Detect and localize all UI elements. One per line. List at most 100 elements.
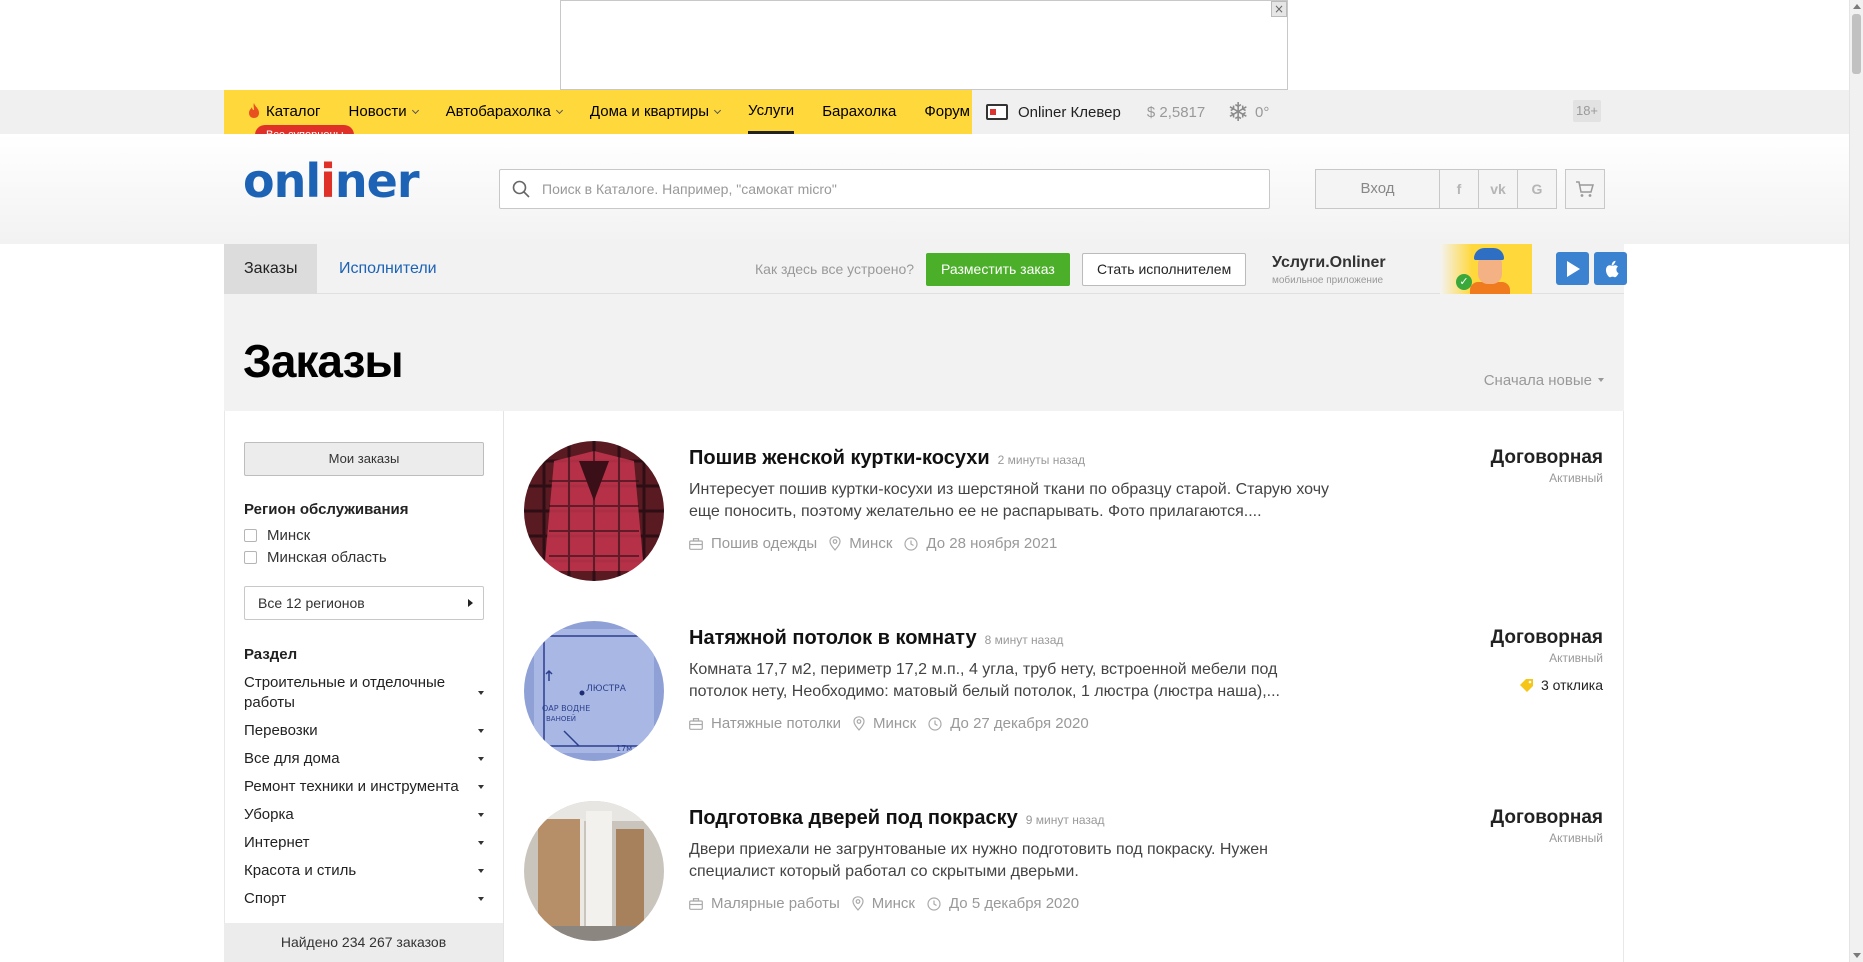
section-item[interactable]: Ремонт техники и инструмента [244, 777, 484, 797]
app-promo: Услуги.Onliner мобильное приложение ✓ [1272, 244, 1627, 294]
app-title: Услуги.Onliner [1272, 254, 1386, 271]
ad-close-icon[interactable]: × [1271, 1, 1287, 17]
all-regions-select[interactable]: Все 12 регионов [244, 586, 484, 620]
section-item[interactable]: Строительные и отделочные работы [244, 673, 484, 713]
section-item[interactable]: Интернет [244, 833, 484, 853]
cart-icon [1576, 181, 1594, 197]
order-status: Активный [1549, 471, 1603, 485]
nav-item-autobaraholka[interactable]: Автобарахолка [446, 90, 563, 134]
order-description: Двери приехали не загрунтованые их нужно… [689, 841, 1269, 880]
ad-banner[interactable]: × [560, 0, 1288, 90]
nav-item-forum[interactable]: Форум [924, 90, 970, 134]
svg-text:ЛЮСТРА: ЛЮСТРА [586, 684, 627, 694]
responses-text: 3 отклика [1540, 677, 1603, 693]
section-label: Спорт [244, 890, 287, 907]
tab-orders[interactable]: Заказы [224, 244, 318, 294]
nav-label: Каталог [266, 103, 321, 120]
scroll-down-icon[interactable] [1853, 953, 1861, 958]
order-item[interactable]: Пошив женской куртки-косухи 2 минуты наза… [505, 411, 1623, 591]
nav-item-realty[interactable]: Дома и квартиры [590, 90, 722, 134]
ad-area: × [0, 0, 1849, 90]
nav-item-services[interactable]: Услуги [748, 90, 795, 134]
onliner-logo[interactable]: onliner [243, 154, 420, 208]
section-item[interactable]: Все для дома [244, 749, 484, 769]
title-area: Заказы Сначала новые [224, 294, 1624, 411]
section-heading: Раздел [244, 646, 298, 663]
city-text: Минск [849, 535, 893, 552]
section-label: Ремонт техники и инструмента [244, 778, 459, 795]
page-title: Заказы [243, 335, 404, 387]
my-orders-button[interactable]: Мои заказы [244, 442, 484, 476]
sort-dropdown[interactable]: Сначала новые [1484, 372, 1604, 389]
become-performer-button[interactable]: Стать исполнителем [1082, 253, 1247, 286]
order-category: Малярные работы [689, 895, 840, 912]
section-label: Строительные и отделочные работы [244, 674, 446, 711]
app-store-button[interactable] [1594, 252, 1627, 285]
clock-icon [904, 536, 919, 551]
facebook-login-icon[interactable]: f [1440, 169, 1479, 209]
location-pin-icon [829, 536, 841, 551]
search-input[interactable] [542, 181, 1242, 197]
order-meta: Натяжные потолки Минск До 27 декабря 202… [689, 715, 1101, 732]
order-thumbnail[interactable] [524, 441, 664, 581]
briefcase-icon [689, 537, 703, 550]
region-checkbox-minsk[interactable]: Минск [244, 527, 310, 544]
klever-link[interactable]: Onliner Клевер [986, 104, 1121, 121]
region-checkbox-minsk-oblast[interactable]: Минская область [244, 549, 387, 566]
order-title[interactable]: Подготовка дверей под покраску 9 минут на… [689, 807, 1105, 830]
order-thumbnail[interactable] [524, 801, 664, 941]
order-item[interactable]: Подготовка дверей под покраску 9 минут на… [505, 771, 1623, 951]
caret-down-icon [478, 757, 484, 761]
order-title-text: Натяжной потолок в комнату [689, 627, 977, 649]
order-price: Договорная [1490, 807, 1603, 828]
topbar-widgets: Onliner Клевер $ 2,5817 ❄ 0° [986, 90, 1269, 134]
order-item[interactable]: ЛЮСТРА ОАР ВОДНЕ ВАНОЕЙ 17м Натяжной пот… [505, 591, 1623, 771]
fire-icon [249, 103, 259, 118]
scroll-up-icon[interactable] [1853, 4, 1861, 9]
section-item[interactable]: Перевозки [244, 721, 484, 741]
cart-button[interactable] [1565, 169, 1605, 209]
vk-login-icon[interactable]: vk [1479, 169, 1518, 209]
checkbox-label: Минская область [267, 549, 387, 566]
google-login-icon[interactable]: G [1518, 169, 1557, 209]
nav-item-news[interactable]: Новости [349, 90, 419, 134]
section-label: Интернет [244, 834, 310, 851]
currency-rate[interactable]: $ 2,5817 [1147, 104, 1205, 121]
responses-count[interactable]: 3 отклика [1519, 677, 1603, 693]
order-deadline: До 27 декабря 2020 [928, 715, 1089, 732]
order-time: 8 минут назад [984, 633, 1064, 647]
how-it-works-link[interactable]: Как здесь все устроено? [755, 244, 914, 294]
play-icon [1566, 260, 1580, 277]
order-thumbnail[interactable]: ЛЮСТРА ОАР ВОДНЕ ВАНОЕЙ 17м [524, 621, 664, 761]
order-meta: Малярные работы Минск До 5 декабря 2020 [689, 895, 1091, 912]
checkbox[interactable] [244, 529, 257, 542]
order-title-text: Пошив женской куртки-косухи [689, 447, 990, 469]
order-title[interactable]: Натяжной потолок в комнату 8 минут назад [689, 627, 1063, 650]
login-button[interactable]: Вход [1315, 169, 1440, 209]
section-item[interactable]: Красота и стиль [244, 861, 484, 881]
order-title[interactable]: Пошив женской куртки-косухи 2 минуты наза… [689, 447, 1085, 470]
clock-icon [927, 896, 941, 911]
weather-widget[interactable]: ❄ 0° [1227, 99, 1269, 125]
section-label: Все для дома [244, 750, 340, 767]
tab-performers[interactable]: Исполнители [319, 244, 457, 294]
page-scrollbar[interactable] [1849, 0, 1863, 962]
found-count: Найдено 234 267 заказов [224, 923, 503, 962]
app-subtitle: мобильное приложение [1272, 275, 1384, 286]
search-box [499, 169, 1270, 209]
logo-part: ner [334, 154, 420, 208]
caret-down-icon [478, 841, 484, 845]
nav-item-baraholka[interactable]: Барахолка [822, 90, 896, 134]
ceiling-sketch-photo: ЛЮСТРА ОАР ВОДНЕ ВАНОЕЙ 17м [524, 621, 664, 761]
checkbox[interactable] [244, 551, 257, 564]
order-category: Пошив одежды [689, 535, 817, 552]
order-time: 2 минуты назад [997, 453, 1086, 467]
google-play-button[interactable] [1556, 252, 1589, 285]
section-item[interactable]: Спорт [244, 889, 484, 909]
place-order-button[interactable]: Разместить заказ [926, 253, 1070, 286]
order-deadline: До 5 декабря 2020 [927, 895, 1079, 912]
region-heading: Регион обслуживания [244, 501, 409, 518]
scroll-thumb[interactable] [1852, 14, 1861, 74]
section-item[interactable]: Уборка [244, 805, 484, 825]
caret-down-icon [478, 691, 484, 695]
